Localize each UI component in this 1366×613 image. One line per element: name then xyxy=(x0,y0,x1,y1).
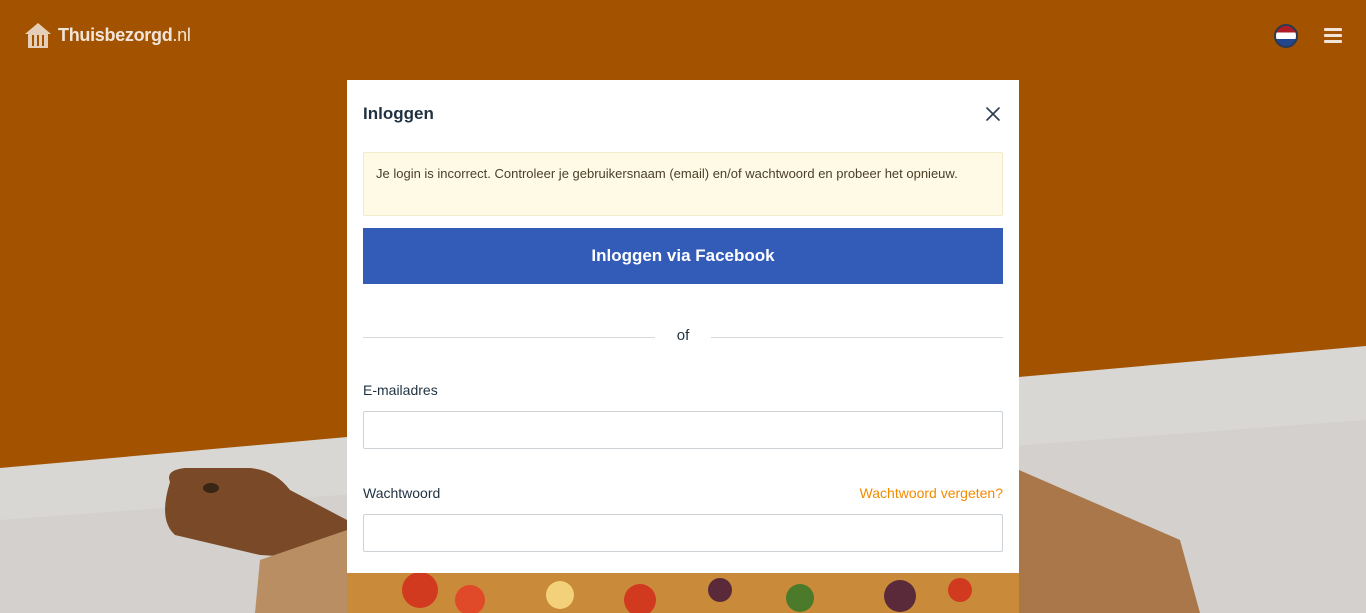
forgot-password-link[interactable]: Wachtwoord vergeten? xyxy=(860,485,1003,501)
divider-line-right xyxy=(711,337,1003,338)
login-error-alert: Je login is incorrect. Controleer je geb… xyxy=(363,152,1003,216)
or-divider: of xyxy=(363,326,1003,348)
password-label: Wachtwoord xyxy=(363,485,441,501)
house-fork-logo-icon xyxy=(25,23,51,48)
facebook-login-button[interactable]: Inloggen via Facebook xyxy=(363,228,1003,284)
hamburger-menu-icon[interactable] xyxy=(1324,28,1342,44)
password-field[interactable] xyxy=(363,514,1003,552)
email-label: E-mailadres xyxy=(363,382,438,398)
login-modal: Inloggen Je login is incorrect. Controle… xyxy=(347,80,1019,573)
divider-text: of xyxy=(676,327,690,344)
close-icon[interactable] xyxy=(984,105,1002,123)
page: Thuisbezorgd.nl Inloggen Je login is inc… xyxy=(0,0,1366,613)
netherlands-flag-icon[interactable] xyxy=(1274,24,1298,48)
site-logo[interactable]: Thuisbezorgd.nl xyxy=(24,21,191,49)
site-header: Thuisbezorgd.nl xyxy=(0,0,1366,76)
logo-text: Thuisbezorgd.nl xyxy=(58,24,191,45)
email-field[interactable] xyxy=(363,411,1003,449)
modal-title: Inloggen xyxy=(363,104,434,123)
